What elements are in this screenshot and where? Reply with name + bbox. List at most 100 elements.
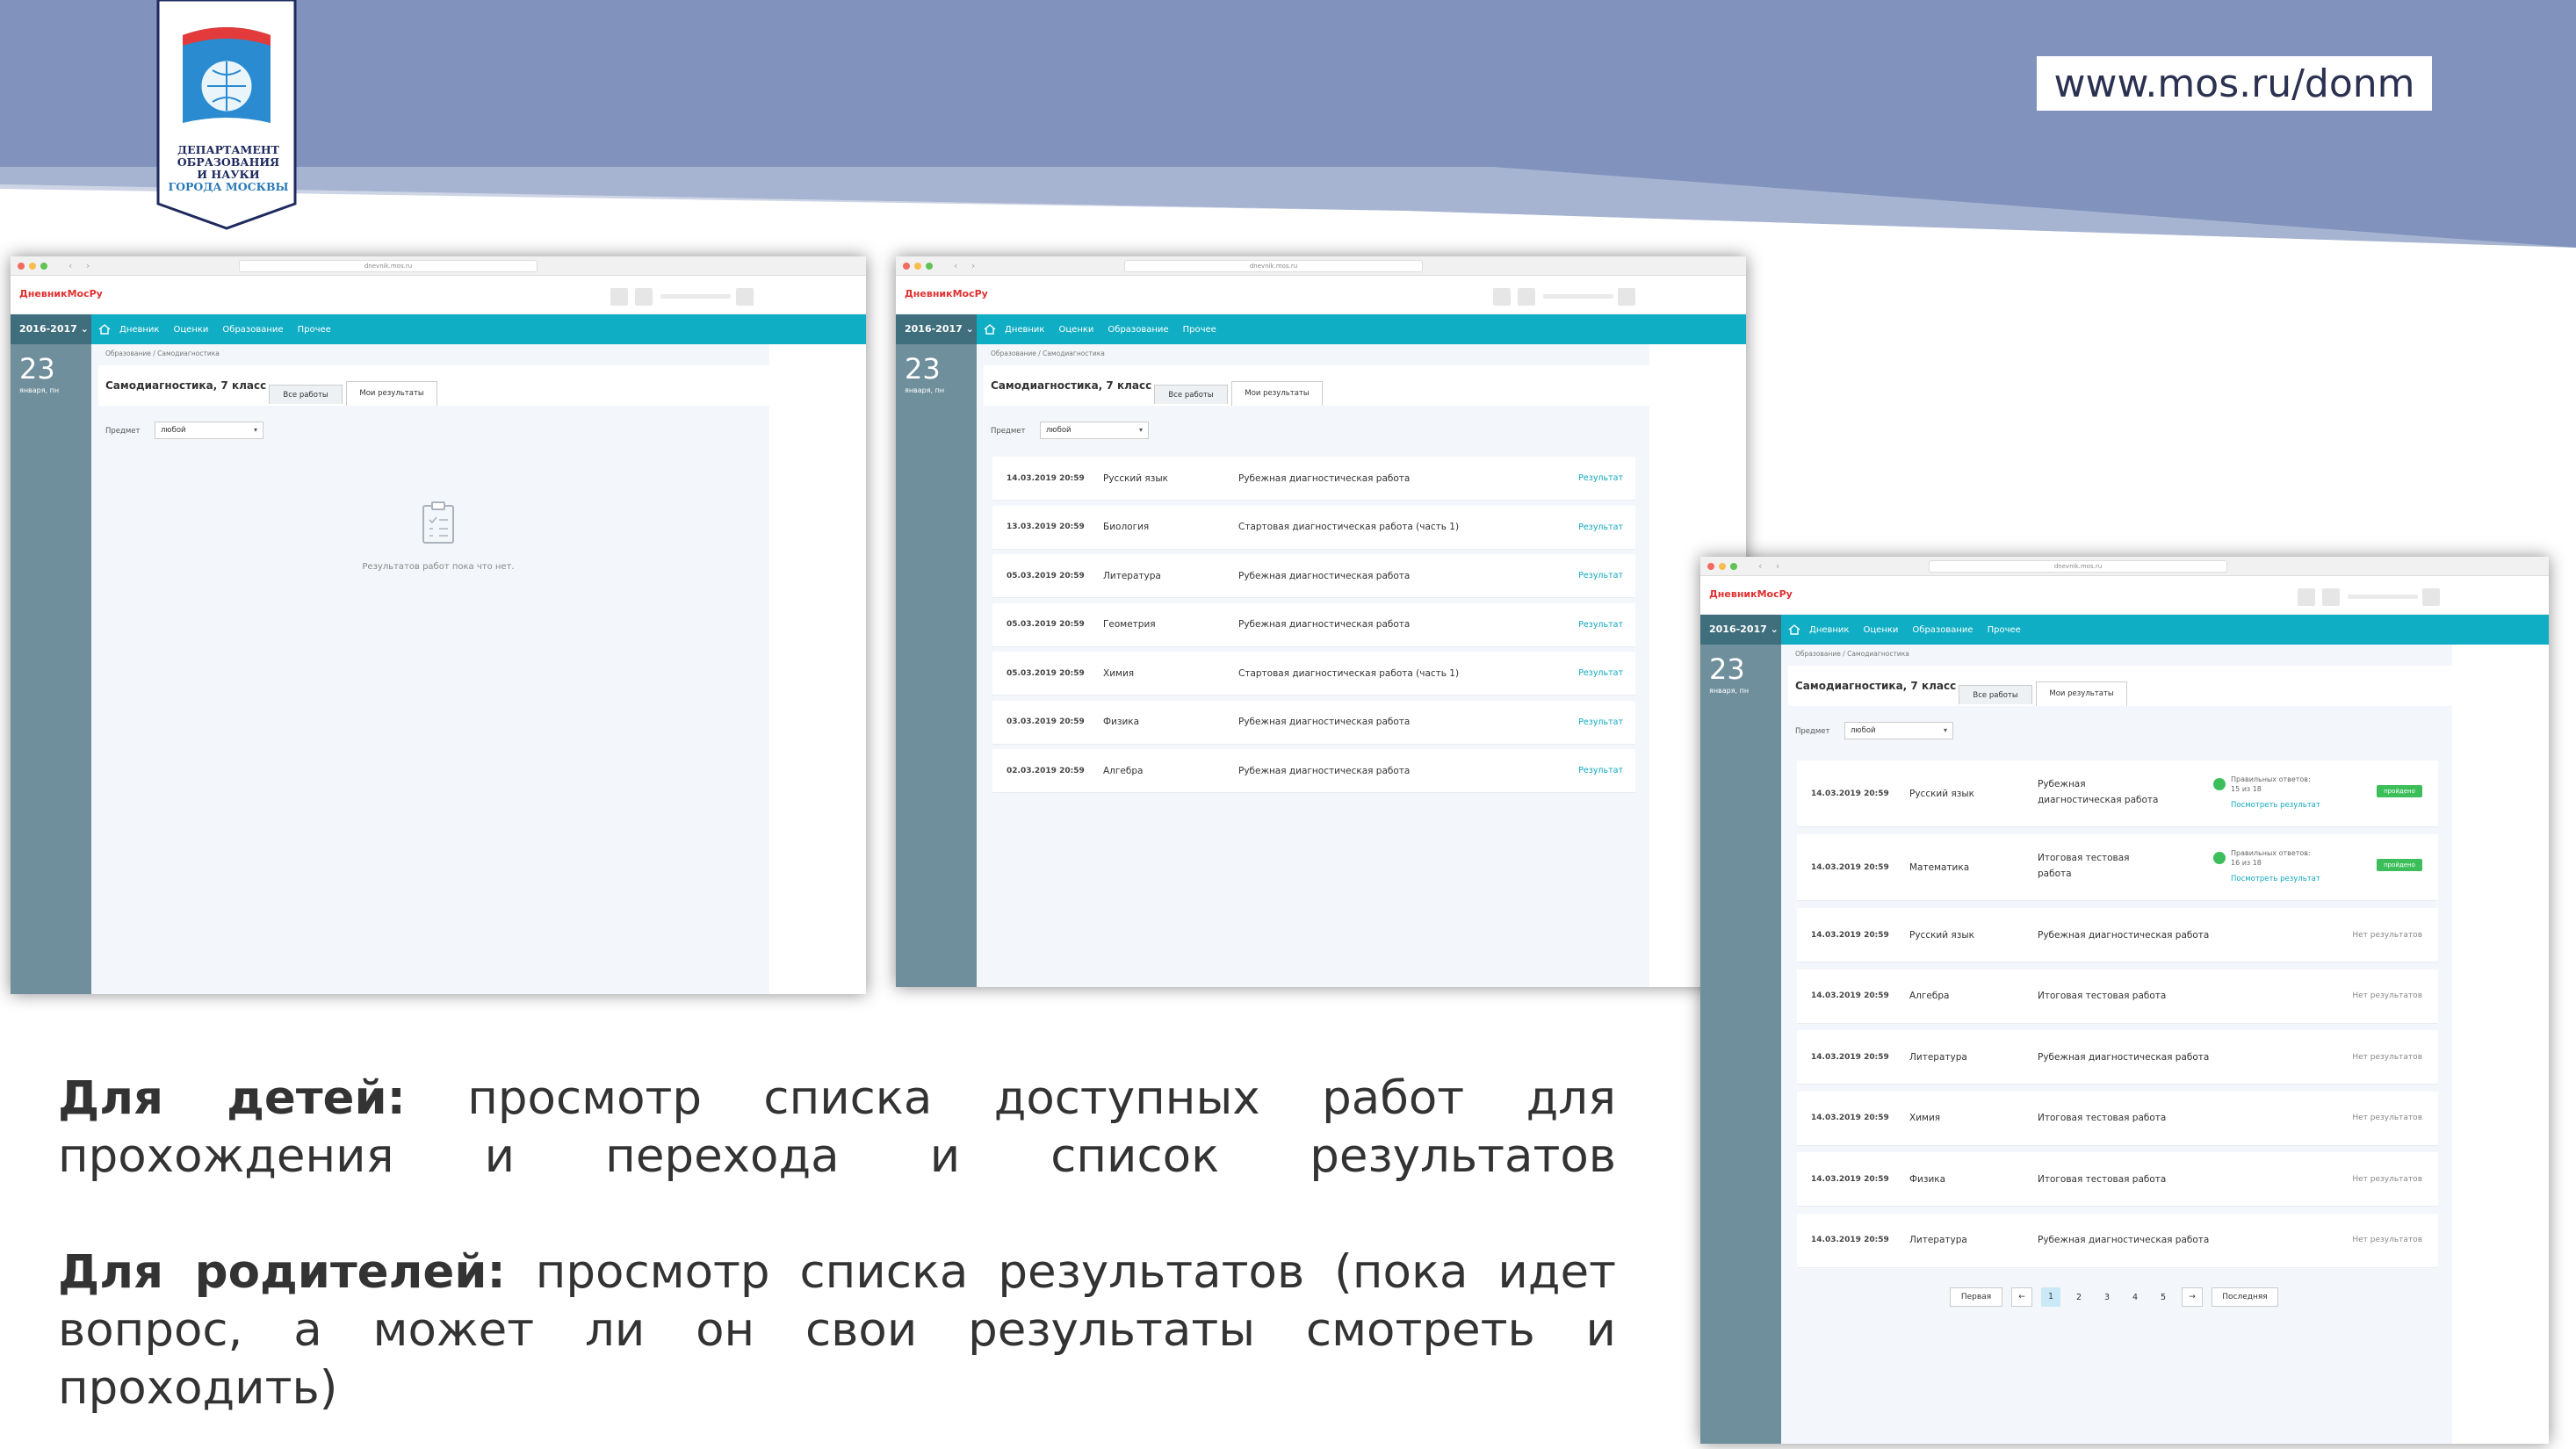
year-selector[interactable]: 2016-2017 ⌄ (896, 314, 977, 344)
row-work-title: Рубежная диагностическая работа (2038, 929, 2210, 941)
year-label: 2016-2017 (905, 323, 963, 335)
address-bar[interactable]: dnevnik.mos.ru (1124, 260, 1423, 272)
brand-logo[interactable]: ДневникМосРу (905, 288, 988, 299)
pager-page-3[interactable]: 3 (2097, 1293, 2117, 1302)
tab-all-works[interactable]: Все работы (269, 385, 343, 404)
row-subject: Алгебра (1103, 765, 1144, 776)
tab-all-works[interactable]: Все работы (1154, 385, 1228, 404)
menu-grades[interactable]: Оценки (1863, 625, 1898, 635)
notification-icon[interactable] (2298, 588, 2315, 606)
user-name-placeholder (660, 294, 731, 299)
breadcrumb[interactable]: Образование / Самодиагностика (1795, 650, 1909, 658)
date-sidebar: 23 января, пн (896, 344, 977, 987)
menu-education[interactable]: Образование (222, 325, 283, 335)
pagination: Первая ← 1 2 3 4 5 → Последняя (1950, 1287, 2278, 1307)
breadcrumb[interactable]: Образование / Самодиагностика (991, 350, 1105, 357)
arrow-left-icon[interactable]: ← (2011, 1287, 2032, 1307)
website-url[interactable]: www.mos.ru/donm (2037, 56, 2432, 111)
row-subject: Биология (1103, 522, 1150, 532)
avatar[interactable] (1518, 288, 1535, 306)
result-link[interactable]: Результат (1578, 457, 1623, 500)
arrow-right-icon[interactable]: → (2182, 1287, 2203, 1307)
menu-icon[interactable] (2422, 588, 2440, 606)
menu-diary[interactable]: Дневник (1005, 325, 1044, 335)
menu-icon[interactable] (736, 288, 754, 306)
chevron-down-icon: ▾ (253, 426, 257, 434)
menu-icon[interactable] (1618, 288, 1635, 306)
no-results-label: Нет результатов (2352, 1114, 2422, 1122)
list-item: 14.03.2019 20:59 Русский язык Рубежная диа… (992, 457, 1635, 501)
row-work-title: Итоговая тестовая работа (2038, 1113, 2167, 1123)
row-date: 05.03.2019 20:59 (1007, 620, 1085, 629)
subject-select[interactable]: любой ▾ (155, 422, 263, 439)
view-result-link[interactable]: Посмотреть результат (2231, 801, 2320, 810)
result-link[interactable]: Результат (1578, 554, 1623, 597)
pager-last-button[interactable]: Последняя (2212, 1287, 2278, 1307)
list-item: 14.03.2019 20:59 Литература Рубежная диагн… (1797, 1030, 2438, 1085)
avatar[interactable] (2322, 588, 2340, 606)
row-work-title: Рубежная диагностическая работа (2038, 1051, 2210, 1063)
year-selector[interactable]: 2016-2017 ⌄ (11, 314, 91, 344)
brand-logo[interactable]: ДневникМосРу (1709, 588, 1793, 600)
home-icon[interactable] (98, 323, 111, 335)
tab-my-results[interactable]: Мои результаты (2036, 681, 2127, 706)
row-work-title-2: работа (2038, 869, 2072, 879)
row-subject: Алгебра (1909, 991, 1950, 1001)
result-link[interactable]: Результат (1578, 701, 1623, 744)
pager-page-2[interactable]: 2 (2069, 1293, 2089, 1302)
menu-other[interactable]: Прочее (298, 325, 331, 335)
home-icon[interactable] (984, 323, 996, 335)
row-subject: Русский язык (1909, 788, 1974, 799)
no-results-label: Нет результатов (2352, 1236, 2422, 1244)
tab-my-results[interactable]: Мои результаты (1231, 381, 1323, 406)
menu-diary[interactable]: Дневник (119, 325, 159, 335)
pager-first-button[interactable]: Первая (1950, 1287, 2002, 1307)
result-link[interactable]: Результат (1578, 652, 1623, 695)
row-work-title: Итоговая тестовая работа (2038, 991, 2167, 1001)
view-result-link[interactable]: Посмотреть результат (2231, 875, 2320, 883)
logo-line-1: ДЕПАРТАМЕНТ (177, 143, 279, 156)
user-name-placeholder (2348, 595, 2418, 599)
row-work-title-1: Итоговая тестовая (2038, 853, 2130, 863)
browser-nav-icon[interactable]: ‹ › (954, 260, 980, 271)
menu-education[interactable]: Образование (1108, 325, 1168, 335)
address-bar[interactable]: dnevnik.mos.ru (1929, 560, 2227, 573)
pager-page-1[interactable]: 1 (2041, 1287, 2060, 1307)
page-title: Самодиагностика, 7 класс (1795, 680, 1957, 692)
empty-results-message: Результатов работ пока что нет. (362, 562, 515, 572)
result-link[interactable]: Результат (1578, 749, 1623, 792)
pager-page-4[interactable]: 4 (2125, 1293, 2145, 1302)
list-item: 14.03.2019 20:59 Математика Итоговая тесто… (1797, 834, 2438, 901)
browser-nav-icon[interactable]: ‹ › (1758, 560, 1785, 572)
list-item: 03.03.2019 20:59 Физика Рубежная диагности… (992, 700, 1635, 745)
year-label: 2016-2017 (1709, 624, 1767, 635)
home-icon[interactable] (1788, 624, 1800, 636)
no-results-label: Нет результатов (2352, 1052, 2422, 1062)
notification-icon[interactable] (1493, 288, 1511, 306)
menu-diary[interactable]: Дневник (1809, 625, 1849, 635)
list-item: 14.03.2019 20:59 Литература Рубежная диагн… (1797, 1213, 2438, 1268)
year-selector[interactable]: 2016-2017 ⌄ (1700, 615, 1781, 645)
avatar[interactable] (635, 288, 653, 306)
brand-logo[interactable]: ДневникМосРу (19, 288, 103, 299)
address-bar[interactable]: dnevnik.mos.ru (239, 260, 538, 272)
list-item: 14.03.2019 20:59 Алгебра Итоговая тестовая… (1797, 969, 2438, 1024)
breadcrumb[interactable]: Образование / Самодиагностика (105, 350, 220, 357)
tab-my-results[interactable]: Мои результаты (346, 381, 437, 406)
menu-grades[interactable]: Оценки (173, 325, 208, 335)
day-number: 23 (1709, 652, 1745, 686)
subject-filter-label: Предмет (991, 427, 1026, 436)
browser-nav-icon[interactable]: ‹ › (69, 260, 95, 271)
result-link[interactable]: Результат (1578, 603, 1623, 646)
menu-grades[interactable]: Оценки (1058, 325, 1093, 335)
subject-select[interactable]: любой ▾ (1844, 722, 1953, 739)
subject-select-value: любой (161, 426, 186, 435)
result-link[interactable]: Результат (1578, 506, 1623, 549)
menu-education[interactable]: Образование (1912, 625, 1973, 635)
subject-select[interactable]: любой ▾ (1040, 422, 1149, 439)
pager-page-5[interactable]: 5 (2154, 1293, 2173, 1302)
tab-all-works[interactable]: Все работы (1959, 685, 2032, 704)
notification-icon[interactable] (610, 288, 628, 306)
menu-other[interactable]: Прочее (1183, 325, 1216, 335)
menu-other[interactable]: Прочее (1988, 625, 2021, 635)
